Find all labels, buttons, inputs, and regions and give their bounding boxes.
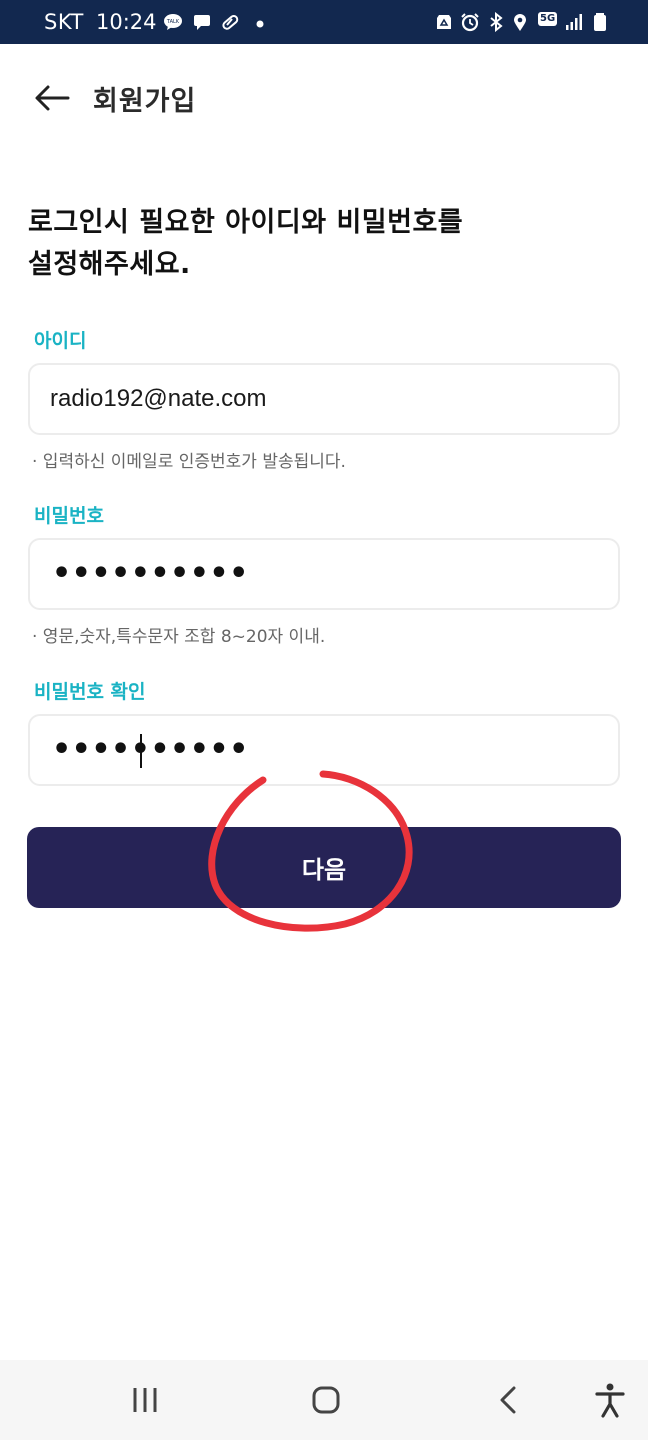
message-icon: [192, 12, 212, 32]
recent-apps-icon: [133, 1388, 157, 1412]
home-icon: [312, 1386, 340, 1414]
accessibility-icon: [595, 1383, 625, 1418]
id-hint: · 입력하신 이메일로 인증번호가 발송됩니다.: [32, 452, 346, 472]
headline-line-2: 설정해주세요.: [28, 249, 191, 280]
password-confirm-input[interactable]: ••••••••••: [28, 714, 620, 786]
id-input[interactable]: radio192@nate.com: [28, 363, 620, 435]
accessibility-button[interactable]: [590, 1380, 630, 1420]
next-button-label: 다음: [301, 856, 347, 884]
page-title: 회원가입: [93, 86, 197, 117]
back-icon: [500, 1386, 516, 1414]
recycle-icon: [434, 12, 454, 32]
system-back-button[interactable]: [488, 1380, 528, 1420]
clock: 10:24: [96, 10, 157, 34]
password-confirm-label: 비밀번호 확인: [34, 681, 146, 703]
password-hint: · 영문,숫자,특수문자 조합 8~20자 이내.: [32, 627, 326, 647]
id-input-value: radio192@nate.com: [50, 385, 267, 412]
password-label: 비밀번호: [34, 505, 104, 527]
app-bar: 회원가입: [0, 44, 648, 148]
arrow-left-icon: [35, 85, 70, 111]
text-cursor: [140, 734, 142, 768]
id-label: 아이디: [34, 330, 87, 352]
home-button[interactable]: [306, 1380, 346, 1420]
bluetooth-icon: [486, 12, 506, 32]
network-type-badge: 5G: [538, 12, 558, 26]
kakaotalk-icon: TALK: [163, 12, 183, 32]
alarm-icon: [460, 12, 480, 32]
password-input[interactable]: ••••••••••: [28, 538, 620, 610]
headline: 로그인시 필요한 아이디와 비밀번호를 설정해주세요.: [28, 202, 618, 286]
recent-apps-button[interactable]: [125, 1380, 165, 1420]
pill-icon: [220, 12, 240, 32]
back-button[interactable]: [28, 78, 74, 118]
svg-text:TALK: TALK: [166, 19, 180, 25]
password-input-value: ••••••••••: [52, 556, 249, 591]
dot-icon: [250, 12, 270, 32]
next-button[interactable]: 다음: [27, 827, 621, 908]
password-confirm-input-value: ••••••••••: [52, 732, 249, 767]
carrier-label: SKT: [44, 10, 84, 34]
location-icon: [510, 12, 530, 32]
system-nav-bar: [0, 1360, 648, 1440]
status-bar: SKT 10:24 TALK 5G: [0, 0, 648, 44]
headline-line-1: 로그인시 필요한 아이디와 비밀번호를: [28, 207, 464, 238]
battery-icon: [590, 12, 610, 32]
signal-icon: [564, 12, 584, 32]
